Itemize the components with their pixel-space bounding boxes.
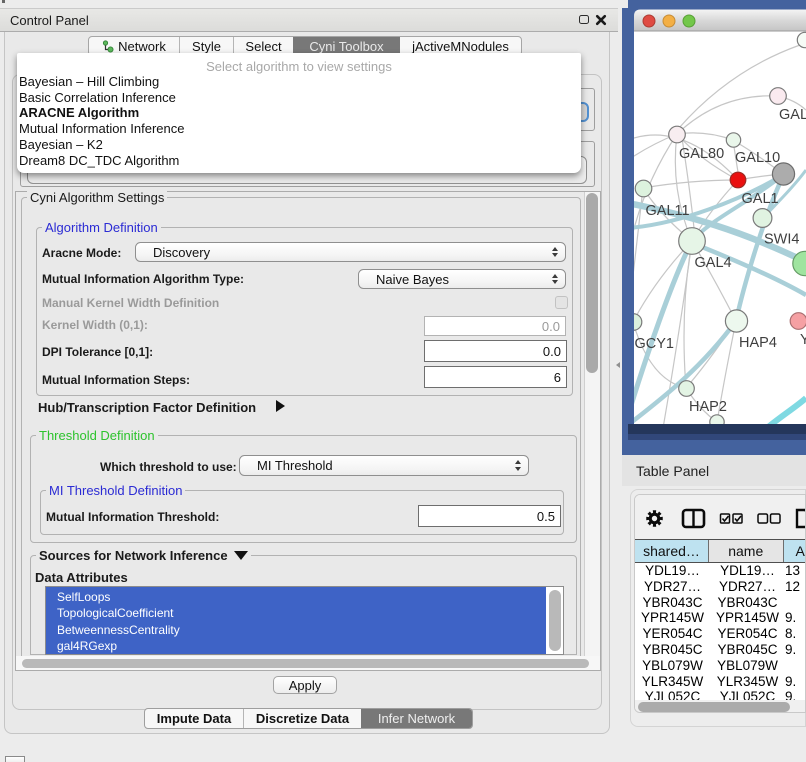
svg-text:SWI4: SWI4: [764, 232, 799, 248]
svg-text:GAL10: GAL10: [735, 150, 780, 166]
svg-text:GAL7: GAL7: [779, 107, 806, 123]
svg-text:GAL4: GAL4: [695, 255, 732, 271]
svg-text:GAL11: GAL11: [646, 203, 690, 219]
svg-text:GAL1: GAL1: [742, 191, 779, 207]
svg-text:HAP4: HAP4: [739, 335, 777, 351]
svg-text:GAL80: GAL80: [679, 146, 724, 162]
svg-text:Y: Y: [800, 332, 806, 348]
svg-text:HAP2: HAP2: [689, 399, 727, 415]
svg-text:GCY1: GCY1: [635, 336, 675, 352]
